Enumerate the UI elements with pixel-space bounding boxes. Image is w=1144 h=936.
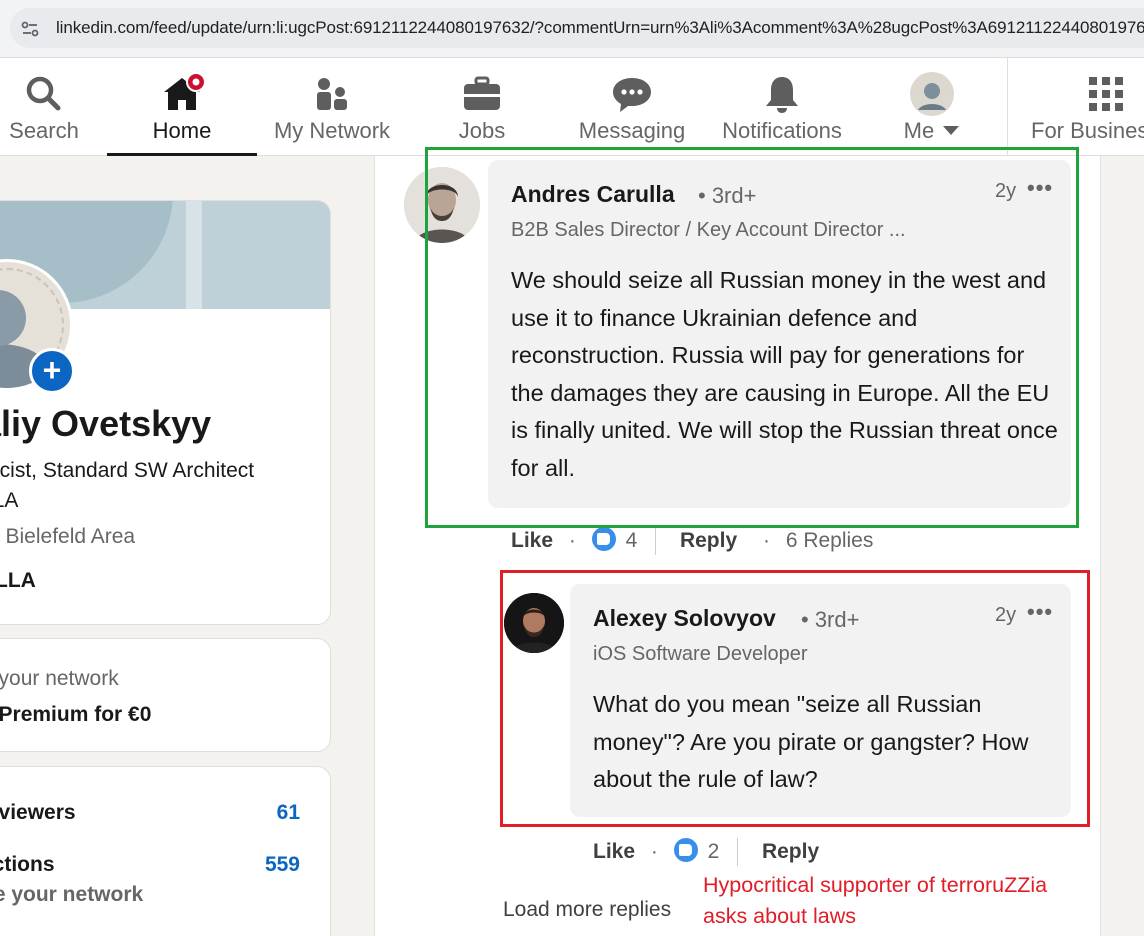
nav-messaging[interactable]: Messaging: [572, 58, 692, 156]
premium-link[interactable]: y Premium for €0: [0, 703, 151, 727]
browser-toolbar: linkedin.com/feed/update/urn:li:ugcPost:…: [0, 0, 1144, 58]
annotation-line: asks about laws: [703, 904, 856, 928]
connections-label: ections: [0, 853, 55, 876]
profile-card[interactable]: + aliy Ovetskyy orcist, Standard SW Arch…: [0, 200, 331, 625]
annotation-line: Hypocritical supporter of terroruZZia: [703, 873, 1048, 897]
nav-label: Home: [152, 118, 212, 143]
green-highlight-box: [425, 147, 1079, 528]
nav-jobs[interactable]: Jobs: [432, 58, 532, 156]
nav-label: Me: [882, 118, 982, 144]
add-photo-button[interactable]: +: [29, 348, 75, 394]
nav-label: Messaging: [578, 118, 686, 143]
grow-network-label: ge your network: [0, 883, 144, 906]
nav-divider: [1007, 58, 1008, 156]
connections-row[interactable]: ections 559: [0, 853, 300, 877]
premium-teaser: d your network: [0, 667, 119, 690]
divider: [737, 838, 739, 866]
nav-label: Notifications: [722, 118, 842, 143]
like-button[interactable]: Like: [511, 529, 553, 552]
dot-separator: ·: [650, 840, 658, 863]
reaction-count[interactable]: 4: [626, 529, 638, 552]
me-avatar: [910, 72, 954, 116]
caret-down-icon: [943, 126, 960, 135]
nav-label: For Business: [1031, 118, 1144, 143]
thumbs-up-icon[interactable]: [673, 838, 698, 862]
profile-viewers-row[interactable]: e viewers 61: [0, 801, 300, 825]
network-icon: [317, 78, 347, 110]
profile-organization[interactable]: ELLA: [0, 569, 36, 593]
url-text[interactable]: linkedin.com/feed/update/urn:li:ugcPost:…: [56, 18, 1144, 38]
site-info-icon[interactable]: [21, 20, 39, 38]
cover-band: [186, 201, 202, 309]
briefcase-icon: [464, 76, 500, 110]
profile-viewers-count: 61: [276, 801, 300, 824]
reply-button[interactable]: Reply: [680, 529, 737, 552]
bell-icon: [766, 77, 798, 113]
annotation-text: Hypocritical supporter of terroruZZia as…: [703, 870, 1047, 932]
like-button[interactable]: Like: [593, 840, 635, 863]
load-more-replies-button[interactable]: Load more replies: [503, 898, 671, 922]
nav-label: My Network: [273, 118, 391, 143]
reply-button[interactable]: Reply: [762, 840, 819, 863]
profile-headline-2: LLA: [0, 489, 19, 512]
nav-label: Search: [9, 118, 79, 143]
divider: [655, 527, 657, 555]
home-icon: [164, 72, 204, 110]
dot-separator: ·: [568, 529, 576, 552]
profile-viewers-label: e viewers: [0, 801, 76, 824]
comment-actions: Like · 4 Reply · 6 Replies: [511, 527, 873, 555]
grid-icon: [1089, 77, 1123, 111]
red-highlight-box: [500, 570, 1090, 827]
thumbs-up-icon[interactable]: [591, 527, 616, 551]
nav-home[interactable]: Home: [107, 58, 257, 156]
nav-my-network[interactable]: My Network: [262, 58, 402, 156]
profile-name[interactable]: aliy Ovetskyy: [0, 403, 211, 445]
premium-card[interactable]: d your network y Premium for €0: [0, 638, 331, 752]
nav-search[interactable]: Search: [0, 58, 94, 156]
chat-icon: [613, 78, 651, 112]
profile-location: er Bielefeld Area: [0, 525, 136, 548]
nav-for-business[interactable]: For Business: [1030, 58, 1144, 156]
connections-count: 559: [264, 853, 300, 876]
stats-card: e viewers 61 ections 559 ge your network: [0, 766, 331, 936]
nav-notifications[interactable]: Notifications: [712, 58, 852, 156]
nav-me-label: Me: [903, 118, 935, 143]
replies-count[interactable]: 6 Replies: [786, 529, 874, 552]
profile-headline: orcist, Standard SW Architect: [0, 459, 255, 482]
nav-me[interactable]: Me: [882, 58, 982, 156]
search-icon: [26, 76, 61, 111]
dot-separator: ·: [762, 529, 770, 552]
reaction-count[interactable]: 2: [708, 840, 720, 863]
nav-label: Jobs: [458, 118, 506, 143]
reply-actions: Like · 2 Reply: [593, 838, 819, 866]
global-nav: Search Home My Network Jobs Messaging No…: [0, 58, 1144, 156]
